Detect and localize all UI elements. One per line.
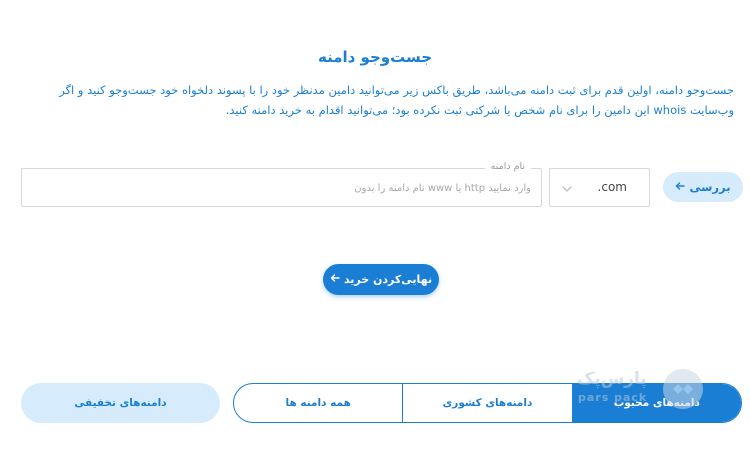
search-description: جست‌وجو دامنه، اولین قدم برای ثبت دامنه … — [59, 83, 734, 117]
domain-field: نام دامنه — [21, 161, 542, 207]
arrow-left-icon — [675, 180, 686, 194]
tld-select[interactable]: .com — [549, 168, 650, 207]
finalize-purchase-button[interactable]: نهایی‌کردن خرید — [323, 264, 439, 295]
domain-category-tabs: دامنه‌های محبوب دامنه‌های کشوری همه دامن… — [233, 383, 742, 423]
arrow-left-icon — [330, 273, 340, 286]
check-button-label: بررسی — [689, 180, 731, 194]
tab-country-domains[interactable]: دامنه‌های کشوری — [403, 384, 573, 422]
check-button[interactable]: بررسی — [663, 172, 743, 202]
tab-popular-domains[interactable]: دامنه‌های محبوب — [572, 384, 741, 422]
tld-selected-value: .com — [597, 180, 627, 194]
discount-domains-button[interactable]: دامنه‌های تخفیفی — [21, 383, 220, 423]
search-title: جست‌وجو دامنه — [317, 48, 433, 66]
finalize-button-label: نهایی‌کردن خرید — [343, 273, 433, 286]
tab-all-domains[interactable]: همه دامنه ها — [234, 384, 404, 422]
chevron-down-icon — [560, 181, 574, 195]
domain-field-label: نام دامنه — [484, 161, 531, 172]
domain-input[interactable] — [28, 178, 535, 198]
